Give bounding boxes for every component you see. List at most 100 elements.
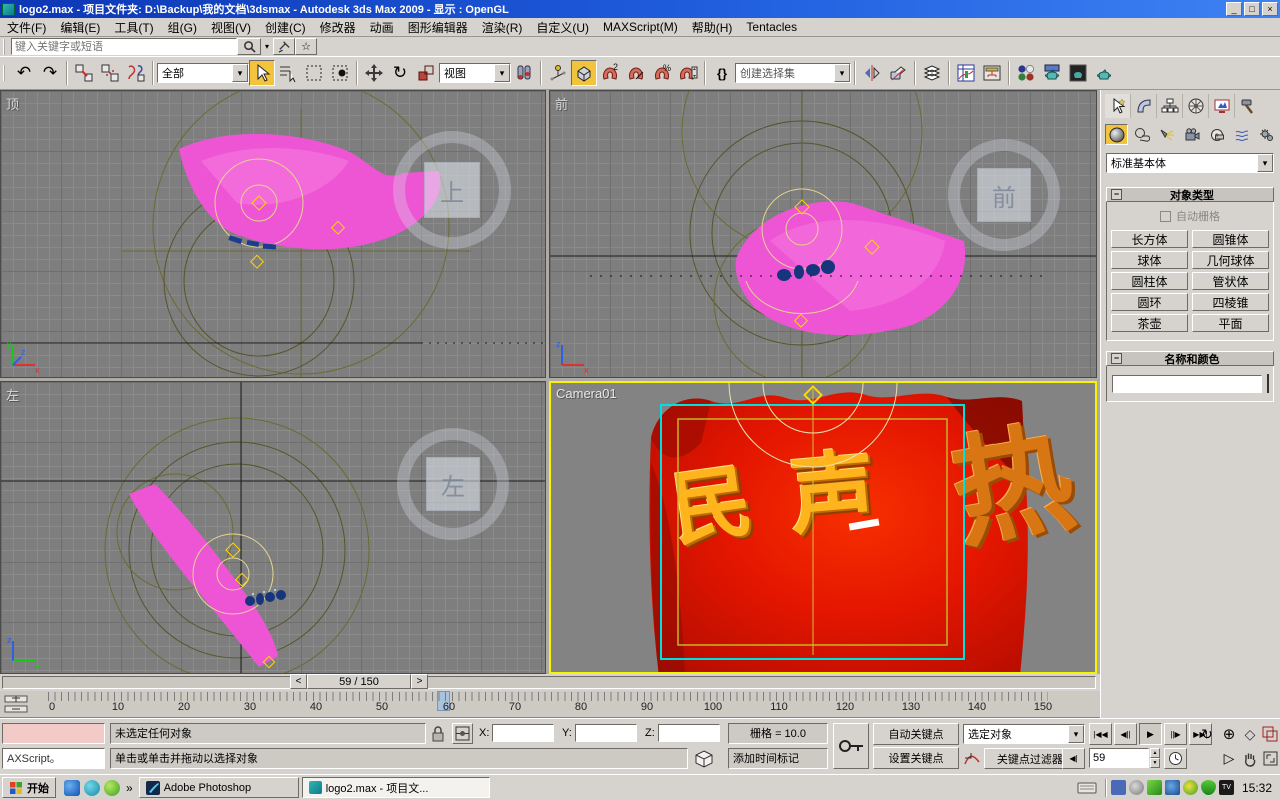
auto-key-button[interactable]: 自动关键点	[873, 723, 959, 745]
category-geometry[interactable]	[1105, 124, 1128, 145]
set-key-button[interactable]: 设置关键点	[873, 747, 959, 769]
object-category-dropdown[interactable]: 标准基本体 ▾	[1106, 153, 1274, 173]
select-object-button[interactable]	[249, 60, 275, 86]
zoom-button[interactable]: ⊕	[1218, 723, 1240, 745]
menu-item-rendering[interactable]: 渲染(R)	[475, 17, 530, 38]
undo-button[interactable]: ↶	[11, 60, 37, 86]
mini-curve-editor-icon[interactable]	[4, 694, 28, 714]
mirror-button[interactable]	[859, 60, 885, 86]
viewport-front[interactable]: 前 前 z x	[549, 90, 1097, 378]
time-slider-value[interactable]: 59 / 150	[307, 674, 411, 689]
category-cameras[interactable]	[1180, 124, 1203, 145]
object-button-tube[interactable]: 管状体	[1192, 272, 1269, 290]
autogrid-checkbox[interactable]	[1160, 211, 1171, 222]
tray-keyboard-icon[interactable]	[1077, 781, 1097, 795]
add-time-tag[interactable]: 添加时间标记	[728, 748, 828, 769]
menu-item-customize[interactable]: 自定义(U)	[529, 17, 596, 38]
object-color-swatch[interactable]	[1267, 374, 1269, 393]
chevron-down-icon[interactable]: ▾	[494, 64, 510, 82]
select-and-move-button[interactable]	[361, 60, 387, 86]
viewport-camera-label[interactable]: Camera01	[556, 386, 617, 401]
select-and-manipulate-button[interactable]	[545, 60, 571, 86]
isolate-cube-icon[interactable]	[694, 749, 714, 769]
quick-render-button[interactable]	[1091, 60, 1117, 86]
tab-hierarchy[interactable]	[1157, 94, 1183, 118]
render-setup-button[interactable]	[1039, 60, 1065, 86]
redo-button[interactable]: ↷	[37, 60, 63, 86]
category-systems[interactable]	[1255, 124, 1278, 145]
collapse-icon[interactable]: −	[1111, 353, 1122, 364]
viewport-front-label[interactable]: 前	[555, 94, 568, 113]
tab-create[interactable]	[1105, 94, 1131, 118]
minimize-button[interactable]: _	[1226, 2, 1242, 16]
maximize-viewport-toggle-icon[interactable]	[1260, 748, 1280, 769]
tab-motion[interactable]	[1183, 94, 1209, 118]
pan-hand-icon[interactable]	[1240, 748, 1260, 769]
object-name-field[interactable]	[1112, 375, 1262, 393]
search-icon[interactable]	[237, 38, 261, 55]
category-helpers[interactable]	[1205, 124, 1228, 145]
tray-antivirus-icon[interactable]	[1183, 780, 1198, 795]
track-bar[interactable]: 0 10 20 30 40 50 60 70 80 90 100 110 120…	[0, 691, 1100, 718]
viewport-top[interactable]: 上 顶 y x z	[0, 90, 546, 378]
angle-snap-button[interactable]	[623, 60, 649, 86]
communication-center-icon[interactable]	[273, 38, 295, 55]
chevron-down-icon[interactable]: ▾	[232, 64, 248, 82]
viewport-camera[interactable]: 民 声 热 Camera01	[549, 381, 1097, 674]
percent-snap-button[interactable]: %	[649, 60, 675, 86]
select-and-rotate-button[interactable]: ↻	[387, 60, 413, 86]
menu-item-tools[interactable]: 工具(T)	[107, 17, 160, 38]
window-crossing-button[interactable]	[327, 60, 353, 86]
object-type-rollout-header[interactable]: − 对象类型	[1106, 187, 1274, 202]
z-coordinate-field[interactable]	[658, 724, 720, 742]
tab-display[interactable]	[1209, 94, 1235, 118]
rectangular-selection-region-button[interactable]	[301, 60, 327, 86]
curve-editor-button[interactable]	[953, 60, 979, 86]
viewport-left[interactable]: 左 左 z y	[0, 381, 546, 674]
tray-qq-icon[interactable]	[1165, 780, 1180, 795]
time-slider[interactable]: < 59 / 150 >	[290, 674, 428, 689]
named-selection-sets-dropdown[interactable]: 创建选择集 ▾	[735, 63, 851, 83]
viewcube-face-label[interactable]: 上	[424, 162, 480, 218]
viewcube-face-label[interactable]: 前	[977, 168, 1031, 222]
task-photoshop[interactable]: Adobe Photoshop	[139, 777, 299, 798]
object-button-plane[interactable]: 平面	[1192, 314, 1269, 332]
collapse-icon[interactable]: −	[1111, 189, 1122, 200]
key-mode-toggle-button[interactable]: ◀|	[1062, 748, 1085, 769]
tray-network-icon[interactable]	[1111, 780, 1126, 795]
layer-manager-button[interactable]	[919, 60, 945, 86]
snap-toggle-button[interactable]	[571, 60, 597, 86]
selection-lock-icon[interactable]	[431, 725, 445, 742]
previous-frame-button[interactable]: ◀||	[1114, 723, 1137, 745]
object-button-cylinder[interactable]: 圆柱体	[1111, 272, 1188, 290]
start-button[interactable]: 开始	[2, 777, 56, 798]
select-and-scale-button[interactable]	[413, 60, 439, 86]
task-3dsmax-active[interactable]: logo2.max - 项目文...	[302, 777, 490, 798]
viewcube[interactable]: 左	[397, 428, 509, 540]
search-dropdown-icon[interactable]: ▾	[261, 38, 273, 55]
toolbar-grip[interactable]	[3, 39, 8, 55]
play-button[interactable]: ▶	[1139, 723, 1162, 745]
tray-shield-icon[interactable]	[1201, 780, 1216, 795]
key-filters-curve-icon[interactable]	[963, 750, 981, 768]
category-space-warps[interactable]	[1230, 124, 1253, 145]
y-coordinate-field[interactable]	[575, 724, 637, 742]
spinner-snap-button[interactable]	[675, 60, 701, 86]
menu-item-maxscript[interactable]: MAXScript(M)	[596, 18, 685, 36]
zoom-region-icon[interactable]	[1260, 723, 1280, 745]
menu-item-help[interactable]: 帮助(H)	[685, 17, 740, 38]
quick-launch-ie-icon[interactable]	[64, 780, 80, 796]
maximize-button[interactable]: □	[1244, 2, 1260, 16]
edit-named-selection-sets-button[interactable]: {}	[709, 60, 735, 86]
tray-messenger-icon[interactable]	[1147, 780, 1162, 795]
chevron-down-icon[interactable]: ▾	[834, 64, 850, 82]
menu-item-file[interactable]: 文件(F)	[0, 17, 53, 38]
absolute-mode-transform-icon[interactable]	[452, 723, 473, 744]
time-slider-track[interactable]	[2, 676, 1096, 689]
menu-item-graph-editors[interactable]: 图形编辑器	[401, 17, 475, 38]
maxscript-mini-listener[interactable]: AXScript。	[2, 748, 105, 769]
object-button-teapot[interactable]: 茶壶	[1111, 314, 1188, 332]
set-keys-button[interactable]	[833, 723, 869, 769]
selection-filter-dropdown[interactable]: 全部 ▾	[157, 63, 249, 83]
main-toolbar-grip[interactable]	[3, 65, 8, 81]
